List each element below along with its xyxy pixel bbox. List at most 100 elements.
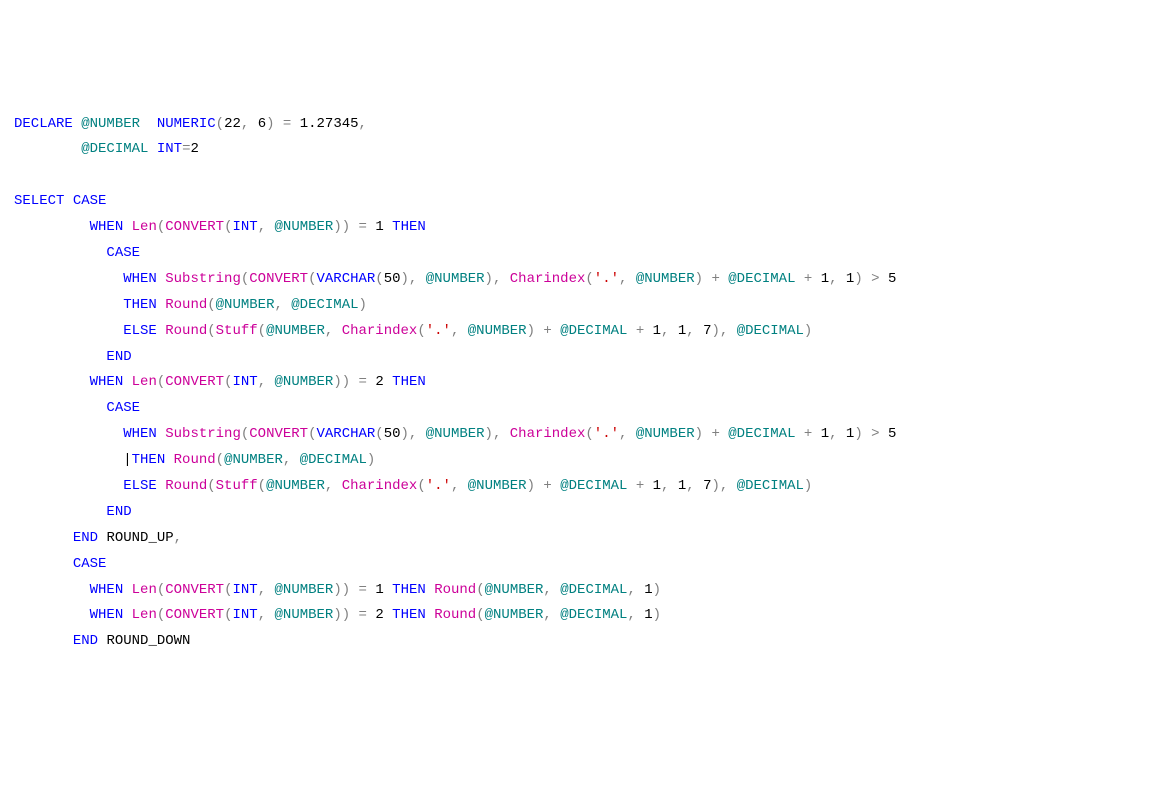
type-varchar: VARCHAR xyxy=(316,426,375,442)
number: 1 xyxy=(644,582,652,598)
variable: @NUMBER xyxy=(266,478,325,494)
number: 1 xyxy=(678,323,686,339)
variable: @NUMBER xyxy=(426,426,485,442)
variable: @NUMBER xyxy=(485,607,544,623)
text-cursor-icon: | xyxy=(123,452,131,468)
keyword-case: CASE xyxy=(73,556,107,572)
code-line: END xyxy=(14,349,132,365)
variable: @DECIMAL xyxy=(728,426,795,442)
keyword-end: END xyxy=(73,530,98,546)
type-int: INT xyxy=(232,582,257,598)
number: 1 xyxy=(375,219,383,235)
variable: @DECIMAL xyxy=(560,323,627,339)
variable: @NUMBER xyxy=(468,478,527,494)
number: 50 xyxy=(384,426,401,442)
number: 2 xyxy=(375,607,383,623)
keyword-when: WHEN xyxy=(90,607,124,623)
code-line: CASE xyxy=(14,556,106,572)
equals: = xyxy=(275,116,300,132)
code-line: ELSE Round(Stuff(@NUMBER, Charindex('.',… xyxy=(14,478,812,494)
number: 1 xyxy=(653,478,661,494)
type-numeric: NUMERIC xyxy=(157,116,216,132)
fn-stuff: Stuff xyxy=(216,478,258,494)
fn-round: Round xyxy=(165,478,207,494)
number: 1 xyxy=(644,607,652,623)
keyword-case: CASE xyxy=(106,245,140,261)
keyword-declare: DECLARE xyxy=(14,116,73,132)
variable: @NUMBER xyxy=(275,582,334,598)
variable: @NUMBER xyxy=(426,271,485,287)
type-varchar: VARCHAR xyxy=(316,271,375,287)
variable: @DECIMAL xyxy=(300,452,367,468)
fn-round: Round xyxy=(165,297,207,313)
variable: @DECIMAL xyxy=(560,478,627,494)
type-int: INT xyxy=(232,607,257,623)
code-line: CASE xyxy=(14,245,140,261)
fn-charindex: Charindex xyxy=(342,323,418,339)
variable: @DECIMAL xyxy=(737,478,804,494)
fn-round: Round xyxy=(165,323,207,339)
fn-substring: Substring xyxy=(165,271,241,287)
number: 22 xyxy=(224,116,241,132)
code-line: WHEN Len(CONVERT(INT, @NUMBER)) = 2 THEN… xyxy=(14,607,661,623)
string: '.' xyxy=(594,271,619,287)
number: 1 xyxy=(653,323,661,339)
number: 5 xyxy=(888,426,896,442)
string: '.' xyxy=(426,478,451,494)
number: 1.27345 xyxy=(300,116,359,132)
variable: @DECIMAL xyxy=(291,297,358,313)
keyword-when: WHEN xyxy=(90,219,124,235)
sql-code-editor[interactable]: DECLARE @NUMBER NUMERIC(22, 6) = 1.27345… xyxy=(14,112,1155,656)
keyword-select: SELECT xyxy=(14,193,64,209)
keyword-end: END xyxy=(106,504,131,520)
keyword-else: ELSE xyxy=(123,323,157,339)
fn-substring: Substring xyxy=(165,426,241,442)
keyword-then: THEN xyxy=(123,297,157,313)
code-line: DECLARE @NUMBER NUMERIC(22, 6) = 1.27345… xyxy=(14,116,367,132)
fn-convert: CONVERT xyxy=(165,582,224,598)
fn-len: Len xyxy=(132,219,157,235)
number: 2 xyxy=(375,374,383,390)
variable: @NUMBER xyxy=(485,582,544,598)
code-line: THEN Round(@NUMBER, @DECIMAL) xyxy=(14,297,367,313)
fn-stuff: Stuff xyxy=(216,323,258,339)
type-int: INT xyxy=(232,374,257,390)
keyword-when: WHEN xyxy=(123,271,157,287)
number: 1 xyxy=(375,582,383,598)
code-line: WHEN Substring(CONVERT(VARCHAR(50), @NUM… xyxy=(14,271,896,287)
variable: @NUMBER xyxy=(275,219,334,235)
number: 2 xyxy=(190,141,198,157)
fn-charindex: Charindex xyxy=(510,271,586,287)
code-line: WHEN Len(CONVERT(INT, @NUMBER)) = 1 THEN… xyxy=(14,582,661,598)
code-line: WHEN Substring(CONVERT(VARCHAR(50), @NUM… xyxy=(14,426,896,442)
fn-len: Len xyxy=(132,374,157,390)
alias: ROUND_UP xyxy=(106,530,173,546)
code-line: END ROUND_DOWN xyxy=(14,633,190,649)
code-line: @DECIMAL INT=2 xyxy=(14,141,199,157)
fn-round: Round xyxy=(174,452,216,468)
keyword-then: THEN xyxy=(132,452,166,468)
keyword-end: END xyxy=(73,633,98,649)
code-line: ELSE Round(Stuff(@NUMBER, Charindex('.',… xyxy=(14,323,812,339)
fn-len: Len xyxy=(132,607,157,623)
variable: @NUMBER xyxy=(266,323,325,339)
fn-charindex: Charindex xyxy=(342,478,418,494)
keyword-then: THEN xyxy=(392,374,426,390)
variable: @DECIMAL xyxy=(81,141,148,157)
paren: ) xyxy=(266,116,274,132)
fn-round: Round xyxy=(434,607,476,623)
keyword-when: WHEN xyxy=(123,426,157,442)
number: 5 xyxy=(888,271,896,287)
variable: @DECIMAL xyxy=(728,271,795,287)
variable: @DECIMAL xyxy=(737,323,804,339)
paren: ( xyxy=(216,116,224,132)
code-line: WHEN Len(CONVERT(INT, @NUMBER)) = 1 THEN xyxy=(14,219,426,235)
keyword-then: THEN xyxy=(392,582,426,598)
variable: @DECIMAL xyxy=(560,607,627,623)
keyword-case: CASE xyxy=(73,193,107,209)
variable: @DECIMAL xyxy=(560,582,627,598)
fn-round: Round xyxy=(434,582,476,598)
string: '.' xyxy=(426,323,451,339)
fn-len: Len xyxy=(132,582,157,598)
number: 50 xyxy=(384,271,401,287)
